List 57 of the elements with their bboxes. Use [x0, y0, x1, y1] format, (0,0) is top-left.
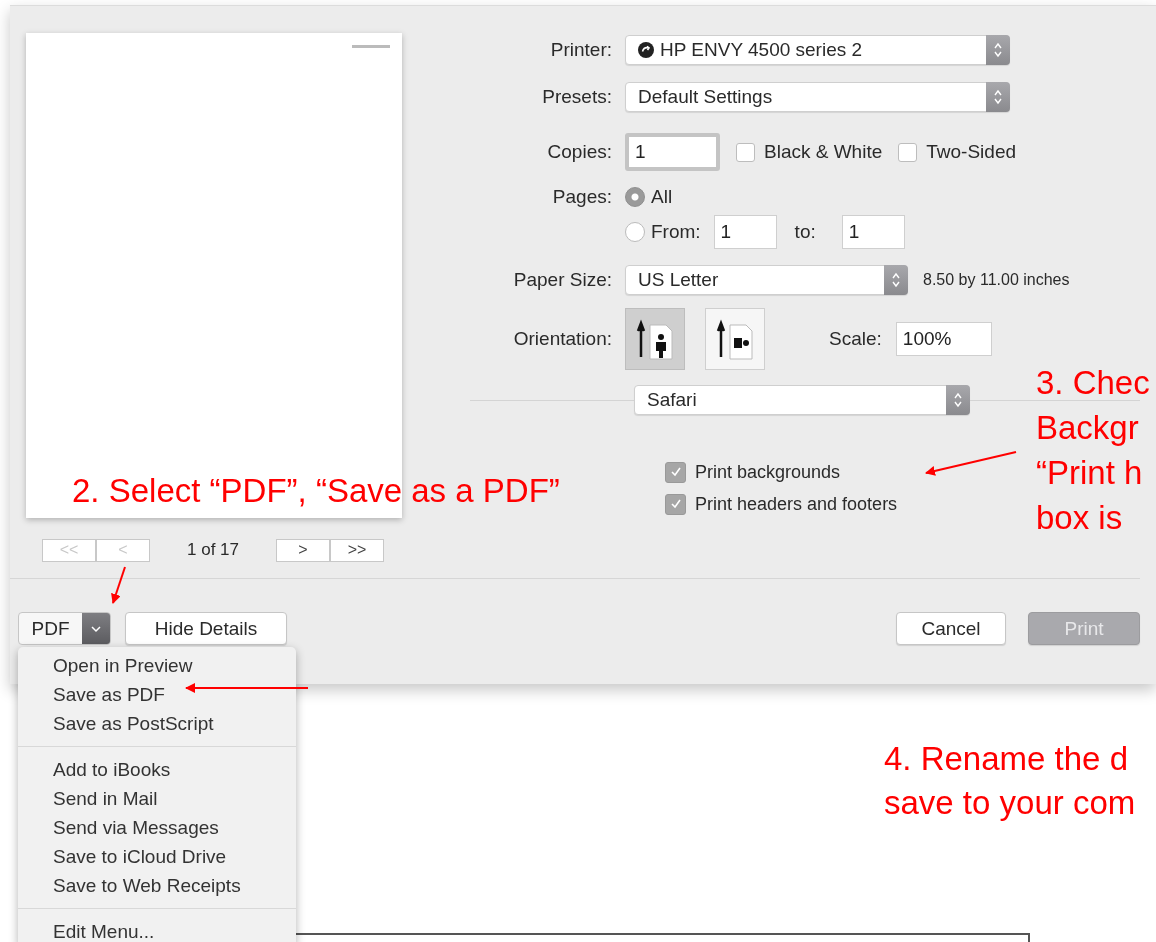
stepper-icon — [884, 265, 908, 295]
page-counter: 1 of 17 — [186, 540, 240, 560]
radio-button[interactable]: From: — [625, 221, 701, 243]
menu-item[interactable]: Open in Preview — [18, 651, 296, 680]
menu-item[interactable]: Send via Messages — [18, 813, 296, 842]
page-nav-button[interactable]: > — [276, 538, 330, 562]
hide-details-button[interactable]: Hide Details — [125, 612, 287, 645]
menu-item[interactable]: Save as PostScript — [18, 709, 296, 738]
cancel-button[interactable]: Cancel — [896, 612, 1006, 645]
annotation-arrow — [111, 566, 126, 604]
page-nav-button[interactable]: >> — [330, 538, 384, 562]
paper-dimensions: 8.50 by 11.00 inches — [923, 271, 1070, 289]
menu-item[interactable]: Add to iBooks — [18, 755, 296, 784]
checkbox[interactable]: Two-Sided — [898, 141, 1017, 163]
annotation-text: box is — [1036, 498, 1123, 538]
annotation-text: Backgr — [1036, 408, 1139, 448]
page-header-line — [352, 45, 390, 48]
section-select[interactable]: Safari — [634, 385, 970, 415]
pdf-menu-button[interactable]: PDF — [18, 612, 111, 645]
field-label: to: — [794, 221, 816, 243]
annotation-text: 4. Rename the d — [884, 739, 1128, 779]
menu-item[interactable]: Edit Menu... — [18, 917, 296, 942]
copies-field[interactable]: 1 — [625, 133, 720, 171]
stepper-icon — [946, 385, 970, 415]
printer-select[interactable]: HP ENVY 4500 series 2 — [625, 35, 1010, 65]
menu-item[interactable]: Send in Mail — [18, 784, 296, 813]
field-label: Presets: — [541, 86, 612, 108]
checkbox[interactable]: Print backgrounds — [665, 460, 841, 484]
presets-select[interactable]: Default Settings — [625, 82, 1010, 112]
annotation-text: save to your com — [884, 783, 1136, 823]
portrait-button[interactable] — [625, 308, 685, 370]
field-label: Orientation: — [512, 328, 612, 350]
scale-field[interactable]: 100% — [895, 322, 992, 356]
field-label: Paper Size: — [512, 269, 612, 291]
check-icon — [669, 498, 682, 510]
checkbox[interactable]: Black & White — [736, 141, 883, 163]
stepper-icon — [986, 35, 1010, 65]
menu-item[interactable]: Save to Web Receipts — [18, 871, 296, 900]
from-page-field[interactable]: 1 — [713, 215, 777, 249]
printer-status-icon — [638, 42, 654, 58]
menu-item[interactable]: Save as PDF — [18, 680, 296, 709]
field-label: Pages: — [551, 186, 612, 208]
menu-item[interactable]: Save to iCloud Drive — [18, 842, 296, 871]
annotation-text: “Print h — [1036, 453, 1143, 493]
field-label: Printer: — [549, 39, 612, 61]
landscape-button[interactable] — [705, 308, 765, 370]
checkbox[interactable]: Print headers and footers — [665, 492, 898, 516]
stepper-icon — [986, 82, 1010, 112]
check-icon — [669, 466, 682, 478]
to-page-field[interactable]: 1 — [841, 215, 905, 249]
field-label: Scale: — [829, 328, 882, 350]
annotation-text: 3. Chec — [1036, 363, 1150, 403]
caret-icon — [82, 613, 110, 644]
radio-button[interactable]: All — [625, 186, 673, 208]
paper-size-select[interactable]: US Letter — [625, 265, 908, 295]
field-label: Copies: — [546, 141, 612, 163]
annotation-text: 2. Select “PDF”, “Save as a PDF” — [72, 471, 560, 511]
